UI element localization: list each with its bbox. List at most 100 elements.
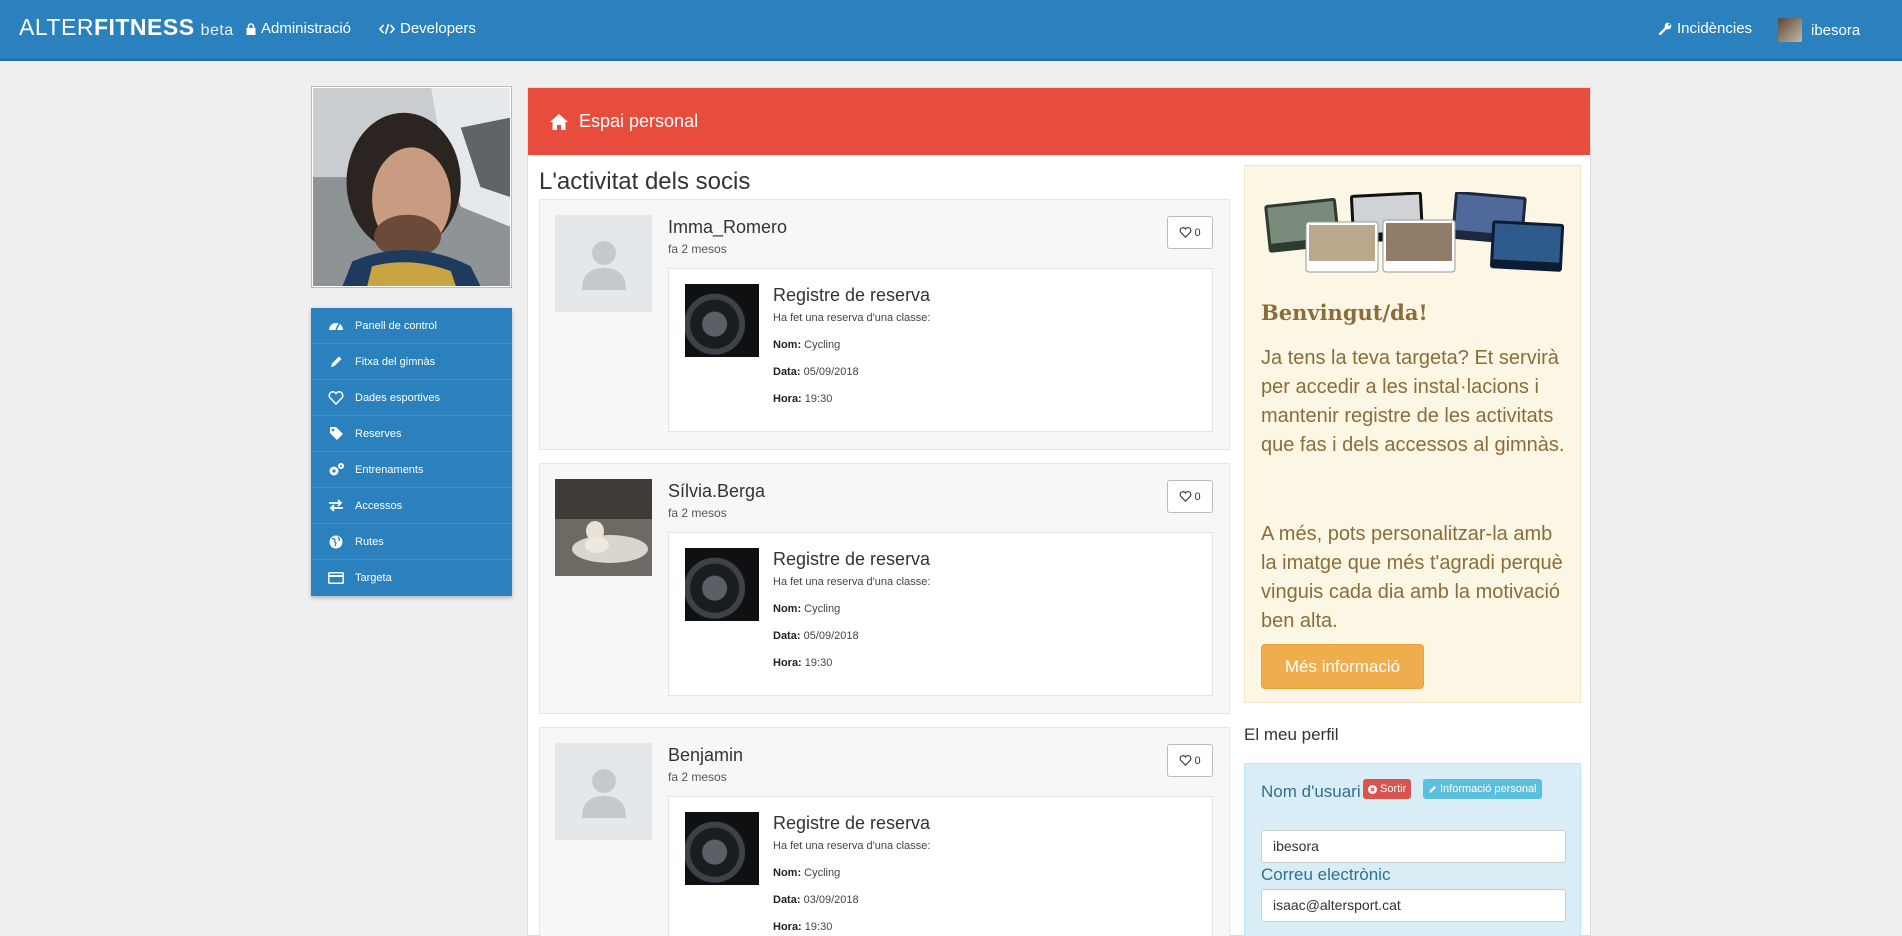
- sidebar-item-entrenaments[interactable]: Entrenaments: [311, 452, 512, 488]
- code-icon: [379, 23, 395, 35]
- activity-data: Data: 05/09/2018: [773, 366, 859, 378]
- globe-icon: [327, 533, 345, 551]
- gears-icon: [327, 461, 345, 479]
- heart-outline-icon: [1180, 755, 1192, 766]
- username-field[interactable]: ibesora: [1261, 830, 1566, 863]
- cycling-class-thumbnail: [685, 812, 759, 885]
- lock-icon: [246, 22, 256, 35]
- activity-card: Sílvia.Berga fa 2 mesos 0 Registre de re…: [539, 463, 1230, 714]
- close-icon: [1368, 784, 1377, 794]
- nav-user-menu[interactable]: ibesora: [1778, 18, 1860, 42]
- sidebar-item-fitxa[interactable]: Fitxa del gimnàs: [311, 344, 512, 380]
- activity-title: Registre de reserva: [773, 813, 931, 833]
- dashboard-icon: [327, 317, 345, 335]
- activity-hora: Hora: 19:30: [773, 657, 833, 669]
- profile-title: El meu perfil: [1244, 725, 1339, 744]
- personal-info-label: Informació personal: [1440, 783, 1537, 795]
- wrench-icon: [1659, 22, 1672, 35]
- sidebar-item-label: Entrenaments: [355, 463, 424, 476]
- default-avatar-icon: [555, 215, 652, 312]
- activity-user-name[interactable]: Imma_Romero: [668, 217, 787, 238]
- panel-header: Espai personal: [528, 88, 1590, 155]
- like-count: 0: [1194, 226, 1201, 239]
- activity-title: Registre de reserva: [773, 549, 931, 569]
- pencil-icon: [1429, 785, 1437, 793]
- brand-logo[interactable]: ALTERFITNESS beta: [19, 14, 234, 41]
- like-count: 0: [1194, 754, 1201, 767]
- username-label: Nom d'usuari: [1261, 782, 1361, 801]
- sidebar-item-panell[interactable]: Panell de control: [311, 308, 512, 344]
- sidebar-item-accessos[interactable]: Accessos: [311, 488, 512, 524]
- sidebar-item-targeta[interactable]: Targeta: [311, 560, 512, 596]
- panel-title: Espai personal: [579, 111, 699, 131]
- sidebar-item-label: Rutes: [355, 535, 384, 548]
- sidebar-item-reserves[interactable]: Reserves: [311, 416, 512, 452]
- activity-detail: Registre de reserva Ha fet una reserva d…: [668, 532, 1213, 696]
- like-count: 0: [1194, 490, 1201, 503]
- sidebar-item-label: Dades esportives: [355, 391, 440, 404]
- heart-outline-icon: [1180, 227, 1192, 238]
- activity-hora: Hora: 19:30: [773, 921, 833, 933]
- activity-title: Registre de reserva: [773, 285, 931, 305]
- tag-icon: [327, 425, 345, 443]
- nav-developers[interactable]: Developers: [379, 20, 476, 37]
- main-panel: Espai personal L'activitat dels socis Im…: [527, 87, 1591, 936]
- exchange-icon: [327, 497, 345, 515]
- logout-label: Sortir: [1380, 783, 1407, 795]
- activity-user-name[interactable]: Sílvia.Berga: [668, 481, 765, 502]
- nav-developers-label: Developers: [400, 20, 476, 37]
- activity-subtitle: Ha fet una reserva d'una classe:: [773, 312, 931, 324]
- sidebar-item-rutes[interactable]: Rutes: [311, 524, 512, 560]
- activity-data: Data: 05/09/2018: [773, 630, 859, 642]
- sidebar-menu: Panell de control Fitxa del gimnàs Dades…: [311, 308, 512, 596]
- email-field[interactable]: isaac@altersport.cat: [1261, 889, 1566, 922]
- membership-cards-image: [1264, 192, 1565, 273]
- like-button[interactable]: 0: [1167, 480, 1213, 513]
- like-button[interactable]: 0: [1167, 216, 1213, 249]
- activity-nom: Nom: Cycling: [773, 339, 841, 351]
- activity-time: fa 2 mesos: [668, 770, 727, 784]
- more-info-button[interactable]: Més informació: [1261, 644, 1424, 689]
- activity-subtitle: Ha fet una reserva d'una classe:: [773, 576, 931, 588]
- activity-card: Benjamin fa 2 mesos 0 Registre de reserv…: [539, 727, 1230, 936]
- nav-administracio-label: Administració: [261, 20, 352, 37]
- welcome-paragraph-1: Ja tens la teva targeta? Et servirà per …: [1261, 347, 1565, 456]
- email-label: Correu electrònic: [1261, 865, 1391, 884]
- feed-title: L'activitat dels socis: [539, 168, 751, 195]
- cycling-class-thumbnail: [685, 284, 759, 357]
- sidebar-item-label: Fitxa del gimnàs: [355, 355, 436, 368]
- personal-info-button[interactable]: Informació personal: [1423, 779, 1542, 799]
- sidebar-item-label: Reserves: [355, 427, 402, 440]
- welcome-paragraph-2: A més, pots personalitzar-la amb la imat…: [1261, 523, 1563, 632]
- activity-nom: Nom: Cycling: [773, 603, 841, 615]
- user-avatar-icon: [1778, 18, 1802, 42]
- nav-incidencies[interactable]: Incidències: [1659, 20, 1752, 37]
- nav-administracio[interactable]: Administració: [246, 20, 351, 37]
- nav-user-label: ibesora: [1811, 21, 1861, 39]
- profile-box: Nom d'usuari Sortir Informació personal …: [1244, 763, 1581, 936]
- sidebar-item-label: Panell de control: [355, 319, 437, 332]
- activity-time: fa 2 mesos: [668, 506, 727, 520]
- home-icon: [550, 113, 568, 130]
- activity-user-name[interactable]: Benjamin: [668, 745, 743, 766]
- pencil-icon: [327, 353, 345, 371]
- nav-incidencies-label: Incidències: [1677, 20, 1753, 37]
- sidebar-item-label: Targeta: [355, 572, 392, 584]
- credit-card-icon: [327, 569, 345, 587]
- welcome-alert: Benvingut/da! Ja tens la teva targeta? E…: [1244, 165, 1581, 703]
- activity-hora: Hora: 19:30: [773, 393, 833, 405]
- sidebar-item-label: Accessos: [355, 499, 403, 512]
- top-navbar: ALTERFITNESS beta Administració Developer…: [0, 0, 1902, 61]
- heart-icon: [327, 389, 345, 407]
- activity-detail: Registre de reserva Ha fet una reserva d…: [668, 796, 1213, 936]
- activity-card: Imma_Romero fa 2 mesos 0 Registre de res…: [539, 199, 1230, 450]
- user-photo-avatar: [555, 479, 652, 576]
- activity-data: Data: 03/09/2018: [773, 894, 859, 906]
- cycling-class-thumbnail: [685, 548, 759, 621]
- default-avatar-icon: [555, 743, 652, 840]
- profile-photo: [311, 86, 512, 288]
- activity-time: fa 2 mesos: [668, 242, 727, 256]
- sidebar-item-dades[interactable]: Dades esportives: [311, 380, 512, 416]
- logout-button[interactable]: Sortir: [1363, 779, 1412, 799]
- like-button[interactable]: 0: [1167, 744, 1213, 777]
